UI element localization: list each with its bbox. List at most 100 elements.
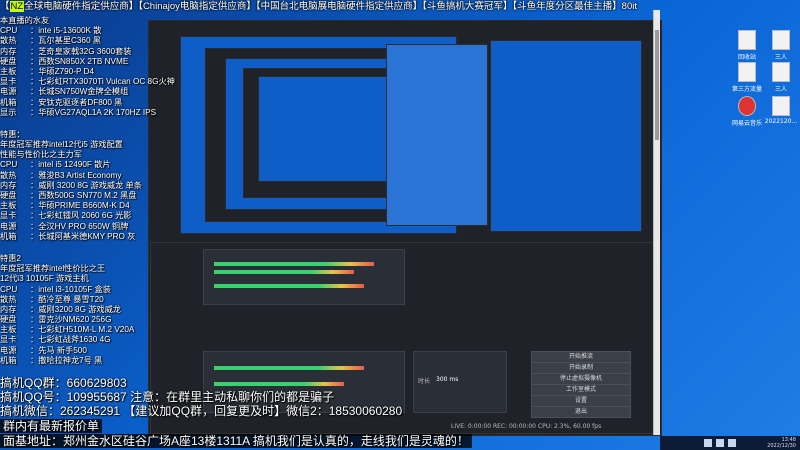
desktop-icon-label: 2022120... bbox=[764, 118, 798, 125]
clock-date: 2022/12/30 bbox=[767, 443, 796, 449]
desktop-icon-label: 网易云音乐 bbox=[731, 120, 762, 127]
spec-value: ：七彩虹镭风 2060 6G 光影 bbox=[30, 211, 132, 221]
desktop-icon-doc-3[interactable]: 三人 bbox=[764, 62, 798, 93]
spec-row: 硬盘 ：雷克沙NM620 256G bbox=[0, 315, 190, 325]
banner-segment-tail: 80it bbox=[621, 1, 637, 12]
spec-key: 主板 bbox=[0, 66, 17, 76]
spec-row: 硬盘 ：西数SN850X 2TB NVME bbox=[0, 57, 190, 67]
spec-key: 主板 bbox=[0, 201, 17, 211]
transition-duration-value[interactable]: 300 ms bbox=[436, 376, 458, 383]
spec-value: ：先马 新手500 bbox=[30, 345, 87, 355]
document-icon bbox=[772, 30, 790, 50]
spec-overlay: 本直播的水友 CPU ：inte i5-13600K 散散热 ：瓦尔基里C360 黑… bbox=[0, 16, 190, 366]
spec-key: 散热 bbox=[0, 170, 17, 180]
spec-key: 硬盘 bbox=[0, 315, 17, 325]
spec-value: ：撒哈拉神龙7号 黑 bbox=[30, 355, 103, 365]
desktop-icon-label: 三人 bbox=[774, 86, 787, 93]
desktop-icon-label: 第三方流量 bbox=[731, 86, 762, 93]
spec-header-3: 特惠2 bbox=[0, 253, 21, 263]
desktop-icon-label: 回收站 bbox=[737, 54, 756, 61]
spec-row: CPU ：inte i5-13600K 散 bbox=[0, 26, 190, 36]
spec-key: 机箱 bbox=[0, 231, 17, 241]
exit-button[interactable]: 退出 bbox=[531, 406, 631, 418]
banner-segment: 【 bbox=[0, 1, 10, 12]
desktop-icon-recycle-bin[interactable]: 回收站 bbox=[730, 30, 764, 61]
spec-subline: 年度冠军推荐intel12代i5 游戏配置 bbox=[0, 140, 123, 150]
spec-row: 内存 ：威刚3200 8G 游戏威龙 bbox=[0, 305, 190, 315]
vertical-scrollbar[interactable] bbox=[653, 10, 660, 435]
spec-value: ：长城SN750W金牌全模组 bbox=[30, 87, 129, 97]
network-icon[interactable] bbox=[704, 439, 712, 447]
desktop-icon-doc-4[interactable]: 2022120... bbox=[764, 96, 798, 125]
scrollbar-thumb[interactable] bbox=[655, 30, 659, 140]
input-method-icon[interactable] bbox=[728, 439, 736, 447]
spec-key: 电源 bbox=[0, 345, 17, 355]
recycle-bin-icon bbox=[738, 30, 756, 50]
spec-subline: 年度冠军推荐intel性价比之王 bbox=[0, 264, 106, 274]
spec-key: 机箱 bbox=[0, 97, 17, 107]
spec-subline: 12代i3 10105F 游戏主机 bbox=[0, 274, 89, 284]
spec-key: CPU bbox=[0, 26, 18, 36]
document-icon bbox=[772, 62, 790, 82]
audio-meter bbox=[214, 262, 374, 266]
desktop-icon-label: 三人 bbox=[774, 54, 787, 61]
spec-header: 本直播的水友 bbox=[0, 16, 50, 25]
audio-meter bbox=[214, 284, 364, 288]
spec-value: ：雅浚B3 Artist Economy bbox=[30, 170, 122, 180]
spec-row: 主板 ：七彩虹H510M-L M.2 V20A bbox=[0, 325, 190, 335]
spec-value: ：威刚 3200 8G 游戏威龙 单条 bbox=[30, 180, 142, 190]
spec-value: ：安钛克驱逐者DF800 黑 bbox=[30, 97, 123, 107]
preview-layer-right2 bbox=[490, 40, 642, 232]
spec-block-3: CPU ：intel i3-10105F 盒装 散热 ：酷冷至尊 暴雪T20 内存 ：威刚… bbox=[0, 285, 190, 367]
spec-value: ：华硕VG27AQL1A 2K 170HZ IPS bbox=[30, 107, 157, 117]
spec-block-1: CPU ：inte i5-13600K 散散热 ：瓦尔基里C360 黑内存 ：芝奇皇家… bbox=[0, 26, 190, 118]
spec-header-2: 特惠： bbox=[0, 129, 25, 139]
spec-value: ：芝奇皇家戟32G 3600套装 bbox=[30, 46, 132, 56]
clock[interactable]: 13:48 2022/12/30 bbox=[767, 437, 796, 449]
spec-key: CPU bbox=[0, 160, 18, 170]
spec-row: 内存 ：威刚 3200 8G 游戏威龙 单条 bbox=[0, 181, 190, 191]
spec-row: CPU ：intel i5 12490F 散片 bbox=[0, 160, 190, 170]
spec-row: 机箱 ：撒哈拉神龙7号 黑 bbox=[0, 356, 190, 366]
spec-row: 电源 ：长城SN750W金牌全模组 bbox=[0, 87, 190, 97]
audio-mixer-panel bbox=[203, 249, 405, 305]
spec-row: 电源 ：全汉HV PRO 650W 铜牌 bbox=[0, 222, 190, 232]
preview-layer-right bbox=[386, 44, 488, 226]
qq-number-line: 搞机QQ号：109955687 注意：在群里主动私聊你们的都是骗子 bbox=[0, 390, 335, 404]
spec-value: ：华硕Z790-P D4 bbox=[30, 66, 95, 76]
top-banner: 【NZ全球电脑硬件指定供应商】【Chinajoy电脑指定供应商】【中国台北电脑展… bbox=[0, 0, 800, 14]
netease-music-icon bbox=[738, 96, 756, 116]
spec-value: ：inte i5-13600K 散 bbox=[30, 26, 102, 36]
spec-row: 机箱 ：安钛克驱逐者DF800 黑 bbox=[0, 98, 190, 108]
spec-row: 显卡 ：七彩虹战斧1630 4G bbox=[0, 335, 190, 345]
spec-value: ：长城阿基米德KMY PRO 灰 bbox=[30, 231, 136, 241]
spec-key: 主板 bbox=[0, 325, 17, 335]
desktop-icon-doc-2[interactable]: 第三方流量 bbox=[730, 62, 764, 93]
obs-status-bar: LIVE: 0:00:00 REC: 00:00:00 CPU: 2.3%, 6… bbox=[451, 423, 602, 430]
document-icon bbox=[772, 96, 790, 116]
desktop-icon-netease-music[interactable]: 网易云音乐 bbox=[730, 96, 764, 127]
spec-key: 电源 bbox=[0, 221, 17, 231]
audio-meter bbox=[214, 366, 364, 370]
qq-group-line: 搞机QQ群：660629803 bbox=[0, 376, 127, 390]
spec-key: 硬盘 bbox=[0, 56, 17, 66]
spec-key: 内存 bbox=[0, 46, 17, 56]
desktop-icon-doc-1[interactable]: 三人 bbox=[764, 30, 798, 61]
spec-key: 硬盘 bbox=[0, 191, 17, 200]
banner-highlight: NZ bbox=[9, 1, 25, 12]
transition-duration-label: 时长 bbox=[418, 378, 431, 385]
spec-key: 机箱 bbox=[0, 355, 17, 365]
transitions-panel: 时长 300 ms bbox=[413, 351, 507, 413]
spec-row: 显卡 ：七彩虹镭风 2060 6G 光影 bbox=[0, 211, 190, 221]
spec-value: ：华硕PRIME B660M-K D4 bbox=[30, 201, 130, 211]
volume-icon[interactable] bbox=[716, 439, 724, 447]
spec-row: 硬盘 ：西数500G SN770 M.2 黑盘 bbox=[0, 191, 190, 201]
spec-value: ：intel i5 12490F 散片 bbox=[30, 160, 111, 170]
spec-value: ：七彩虹战斧1630 4G bbox=[30, 335, 111, 345]
spec-row: 电源 ：先马 新手500 bbox=[0, 346, 190, 356]
spec-key: 散热 bbox=[0, 36, 17, 46]
spec-value: ：酷冷至尊 暴雪T20 bbox=[30, 294, 104, 304]
spec-value: ：西数SN850X 2TB NVME bbox=[30, 56, 129, 66]
spec-row: 散热 ：雅浚B3 Artist Economy bbox=[0, 171, 190, 181]
